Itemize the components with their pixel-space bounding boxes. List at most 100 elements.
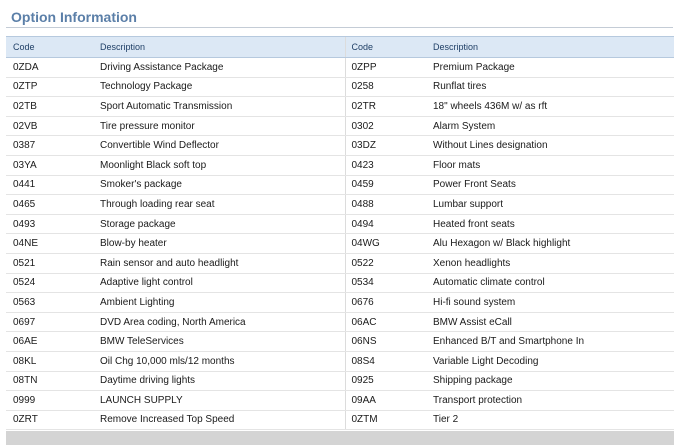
option-description-cell: Convertible Wind Deflector <box>100 135 345 156</box>
column-header-description[interactable]: Description <box>100 36 345 58</box>
option-description-cell: Tier 2 <box>433 410 674 431</box>
table-row: 0465 Through loading rear seat 0488 Lumbar … <box>6 194 674 215</box>
option-code-cell: 04NE <box>6 233 100 254</box>
option-code-cell: 08KL <box>6 351 100 372</box>
option-description-cell: 18" wheels 436M w/ as rft <box>433 96 674 117</box>
option-description-cell: Daytime driving lights <box>100 371 345 392</box>
option-description-cell: LAUNCH SUPPLY <box>100 390 345 411</box>
option-code-cell: 03DZ <box>344 135 433 156</box>
option-code-cell: 0999 <box>6 390 100 411</box>
option-code-cell: 0494 <box>344 214 433 235</box>
option-description-cell: Runflat tires <box>433 77 674 98</box>
options-table: Code Description Code Description 0ZDA Dr… <box>6 36 674 431</box>
option-code-cell: 02TR <box>344 96 433 117</box>
option-description-cell: Adaptive light control <box>100 273 345 294</box>
option-description-cell: Rain sensor and auto headlight <box>100 253 345 274</box>
option-code-cell: 0ZTM <box>344 410 433 431</box>
option-code-cell: 0ZRT <box>6 410 100 431</box>
option-description-cell: Lumbar support <box>433 194 674 215</box>
table-row: 0999 LAUNCH SUPPLY 09AA Transport protectio… <box>6 390 674 411</box>
option-code-cell: 06NS <box>344 331 433 352</box>
option-code-cell: 0493 <box>6 214 100 235</box>
table-row: 0ZTP Technology Package 0258 Runflat tires <box>6 77 674 98</box>
option-code-cell: 02TB <box>6 96 100 117</box>
option-description-cell: Without Lines designation <box>433 135 674 156</box>
option-code-cell: 0465 <box>6 194 100 215</box>
option-description-cell: Variable Light Decoding <box>433 351 674 372</box>
option-code-cell: 0258 <box>344 77 433 98</box>
option-description-cell: BMW Assist eCall <box>433 312 674 333</box>
option-description-cell: Smoker's package <box>100 175 345 196</box>
option-code-cell: 0697 <box>6 312 100 333</box>
option-code-cell: 0ZTP <box>6 77 100 98</box>
table-row: 0441 Smoker's package 0459 Power Front Seat… <box>6 175 674 196</box>
option-code-cell: 0302 <box>344 116 433 137</box>
option-description-cell: Driving Assistance Package <box>100 57 345 78</box>
option-description-cell: Sport Automatic Transmission <box>100 96 345 117</box>
table-row: 0493 Storage package 0494 Heated front seat… <box>6 214 674 235</box>
table-row: 08TN Daytime driving lights 0925 Shipping p… <box>6 371 674 392</box>
table-row: 08KL Oil Chg 10,000 mls/12 months 08S4 Vari… <box>6 351 674 372</box>
option-code-cell: 08S4 <box>344 351 433 372</box>
table-row: 06AE BMW TeleServices 06NS Enhanced B/T and… <box>6 331 674 352</box>
horizontal-scrollbar[interactable] <box>6 431 674 445</box>
option-code-cell: 03YA <box>6 155 100 176</box>
column-header-description[interactable]: Description <box>433 36 674 58</box>
option-description-cell: Xenon headlights <box>433 253 674 274</box>
option-description-cell: Remove Increased Top Speed <box>100 410 345 431</box>
option-code-cell: 0521 <box>6 253 100 274</box>
option-code-cell: 0441 <box>6 175 100 196</box>
option-code-cell: 04WG <box>344 233 433 254</box>
option-code-cell: 0563 <box>6 292 100 313</box>
option-description-cell: Through loading rear seat <box>100 194 345 215</box>
table-row: 0387 Convertible Wind Deflector 03DZ Withou… <box>6 135 674 156</box>
table-row: 0697 DVD Area coding, North America 06AC BM… <box>6 312 674 333</box>
option-code-cell: 0488 <box>344 194 433 215</box>
option-code-cell: 0524 <box>6 273 100 294</box>
table-row: 04NE Blow-by heater 04WG Alu Hexagon w/ Bla… <box>6 233 674 254</box>
option-description-cell: Storage package <box>100 214 345 235</box>
section-title: Option Information <box>11 9 137 25</box>
table-row: 0ZDA Driving Assistance Package 0ZPP Premiu… <box>6 57 674 78</box>
option-code-cell: 0423 <box>344 155 433 176</box>
option-description-cell: Ambient Lighting <box>100 292 345 313</box>
option-description-cell: Oil Chg 10,000 mls/12 months <box>100 351 345 372</box>
option-description-cell: Blow-by heater <box>100 233 345 254</box>
table-row: 0524 Adaptive light control 0534 Automatic … <box>6 273 674 294</box>
option-description-cell: Premium Package <box>433 57 674 78</box>
option-description-cell: Floor mats <box>433 155 674 176</box>
option-description-cell: Moonlight Black soft top <box>100 155 345 176</box>
option-description-cell: Alu Hexagon w/ Black highlight <box>433 233 674 254</box>
option-description-cell: Power Front Seats <box>433 175 674 196</box>
table-row: 02VB Tire pressure monitor 0302 Alarm Syste… <box>6 116 674 137</box>
option-code-cell: 0534 <box>344 273 433 294</box>
option-code-cell: 0925 <box>344 371 433 392</box>
section-header: Option Information <box>6 6 673 28</box>
option-code-cell: 0387 <box>6 135 100 156</box>
table-row: 03YA Moonlight Black soft top 0423 Floor ma… <box>6 155 674 176</box>
option-description-cell: Heated front seats <box>433 214 674 235</box>
option-description-cell: Alarm System <box>433 116 674 137</box>
option-description-cell: Shipping package <box>433 371 674 392</box>
option-description-cell: Automatic climate control <box>433 273 674 294</box>
column-header-code[interactable]: Code <box>6 36 100 58</box>
option-code-cell: 0ZPP <box>344 57 433 78</box>
option-code-cell: 09AA <box>344 390 433 411</box>
column-header-code[interactable]: Code <box>344 36 433 58</box>
option-description-cell: DVD Area coding, North America <box>100 312 345 333</box>
option-code-cell: 08TN <box>6 371 100 392</box>
table-header-row: Code Description Code Description <box>6 36 674 58</box>
option-code-cell: 02VB <box>6 116 100 137</box>
option-description-cell: Tire pressure monitor <box>100 116 345 137</box>
table-row: 02TB Sport Automatic Transmission 02TR 18" … <box>6 96 674 117</box>
option-code-cell: 0ZDA <box>6 57 100 78</box>
option-description-cell: Hi-fi sound system <box>433 292 674 313</box>
option-code-cell: 0676 <box>344 292 433 313</box>
option-description-cell: Transport protection <box>433 390 674 411</box>
option-code-cell: 0459 <box>344 175 433 196</box>
table-row: 0ZRT Remove Increased Top Speed 0ZTM Tier 2 <box>6 410 674 431</box>
option-description-cell: Technology Package <box>100 77 345 98</box>
option-code-cell: 06AE <box>6 331 100 352</box>
table-row: 0563 Ambient Lighting 0676 Hi-fi sound syst… <box>6 292 674 313</box>
option-code-cell: 06AC <box>344 312 433 333</box>
